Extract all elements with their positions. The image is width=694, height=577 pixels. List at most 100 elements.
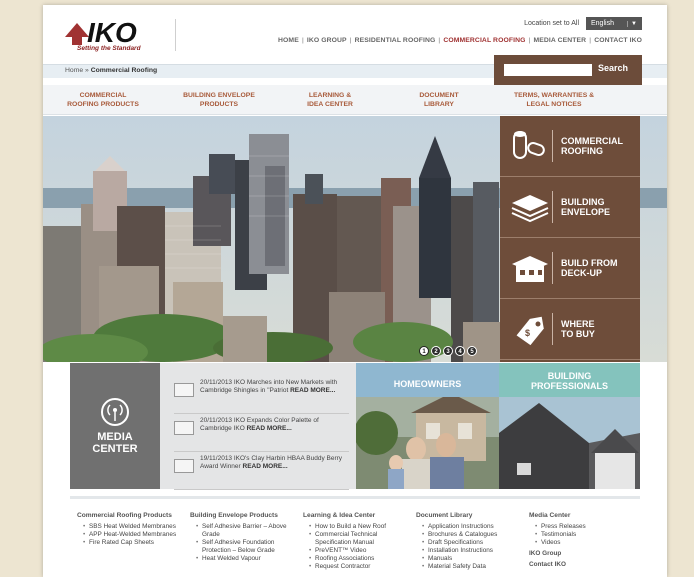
- svg-text:$: $: [525, 328, 530, 338]
- footer-link[interactable]: How to Build a New Roof: [309, 523, 407, 531]
- language-select[interactable]: English ▼: [586, 17, 642, 30]
- logo-tagline: Setting the Standard: [77, 45, 141, 52]
- footer-link[interactable]: Material Safety Data: [422, 563, 520, 571]
- media-center-panel[interactable]: MEDIA CENTER: [70, 363, 170, 489]
- top-nav-link[interactable]: RESIDENTIAL ROOFING: [355, 37, 436, 44]
- footer-link[interactable]: Commercial Technical Specification Manua…: [309, 531, 407, 547]
- nav-separator: |: [349, 37, 352, 44]
- search-input[interactable]: [504, 64, 592, 76]
- main-nav-item[interactable]: DOCUMENT LIBRARY: [385, 85, 493, 114]
- top-nav-link[interactable]: HOME: [278, 37, 299, 44]
- side-menu-divider: [552, 130, 553, 162]
- search-button[interactable]: Search: [598, 63, 628, 73]
- main-nav: COMMERCIAL ROOFING PRODUCTS BUILDING ENVEL…: [43, 85, 667, 115]
- logo-divider: [175, 19, 176, 51]
- pros-title-line2: PROFESSIONALS: [530, 381, 608, 391]
- main-nav-item[interactable]: BUILDING ENVELOPE PRODUCTS: [163, 85, 275, 114]
- side-menu-label: BUILDING ENVELOPE: [561, 197, 610, 217]
- footer-link[interactable]: Application Instructions: [422, 523, 520, 531]
- read-more-link[interactable]: READ MORE...: [243, 463, 288, 470]
- side-menu-item[interactable]: COMMERCIAL ROOFING: [500, 116, 640, 177]
- main-nav-item[interactable]: TERMS, WARRANTIES & LEGAL NOTICES: [493, 85, 615, 114]
- footer-link[interactable]: Request Contractor: [309, 563, 407, 571]
- slide-dot[interactable]: 2: [431, 346, 441, 356]
- footer-sublink[interactable]: Contact IKO: [529, 561, 633, 569]
- footer-link[interactable]: Installation Instructions: [422, 547, 520, 555]
- main-nav-item[interactable]: LEARNING & IDEA CENTER: [275, 85, 385, 114]
- breadcrumb-separator: »: [83, 67, 91, 74]
- language-value: English: [591, 20, 614, 27]
- slide-dot[interactable]: 3: [443, 346, 453, 356]
- news-text: 20/11/2013 IKO Marches into New Markets …: [200, 379, 348, 395]
- breadcrumb: Home » Commercial Roofing: [65, 67, 157, 74]
- page: IKO Setting the Standard Location set to…: [43, 5, 667, 577]
- pros-title: BUILDING PROFESSIONALS: [499, 371, 640, 391]
- building-professionals-panel[interactable]: BUILDING PROFESSIONALS: [499, 363, 640, 489]
- side-menu-label-line1: BUILD FROM: [561, 258, 618, 268]
- side-menu-item[interactable]: BUILDING ENVELOPE: [500, 177, 640, 238]
- footer-list: Press ReleasesTestimonialsVideos: [529, 523, 633, 547]
- main-nav-item[interactable]: COMMERCIAL ROOFING PRODUCTS: [43, 85, 163, 114]
- footer-link[interactable]: Self Adhesive Foundation Protection – Be…: [196, 539, 294, 555]
- main-nav-line1: DOCUMENT: [419, 92, 459, 99]
- footer-link[interactable]: APP Heat-Welded Membranes: [83, 531, 181, 539]
- slide-dot[interactable]: 4: [455, 346, 465, 356]
- news-text: 20/11/2013 IKO Expands Color Palette of …: [200, 417, 348, 433]
- footer-link[interactable]: Fire Rated Cap Sheets: [83, 539, 181, 547]
- footer-heading[interactable]: Media Center: [529, 512, 633, 520]
- side-menu-label-line1: WHERE: [561, 319, 595, 329]
- side-menu-label-line2: DECK-UP: [561, 268, 603, 278]
- top-nav-link[interactable]: MEDIA CENTER: [534, 37, 587, 44]
- homeowners-panel[interactable]: HOMEOWNERS: [356, 363, 499, 489]
- side-menu-item[interactable]: $ WHERE TO BUY: [500, 299, 640, 360]
- footer-subheading[interactable]: IKO Group: [529, 550, 633, 558]
- footer-link[interactable]: Self Adhesive Barrier – Above Grade: [196, 523, 294, 539]
- footer-links: Commercial Roofing Products SBS Heat Weld…: [70, 512, 640, 571]
- media-title-line1: MEDIA: [97, 431, 133, 443]
- main-nav-line1: LEARNING &: [308, 92, 352, 99]
- footer-heading[interactable]: Commercial Roofing Products: [77, 512, 181, 520]
- footer-link[interactable]: PreVENT™ Video: [309, 547, 407, 555]
- side-menu: COMMERCIAL ROOFING BUILDING ENVELOPE BUILD F…: [500, 116, 640, 362]
- panel-stack-icon: [510, 189, 550, 225]
- read-more-link[interactable]: READ MORE...: [247, 425, 292, 432]
- side-menu-label-line2: ENVELOPE: [561, 207, 611, 217]
- news-item[interactable]: 20/11/2013 IKO Marches into New Markets …: [174, 377, 349, 414]
- nav-separator: |: [301, 37, 304, 44]
- read-more-link[interactable]: READ MORE...: [290, 387, 335, 394]
- side-menu-item[interactable]: BUILD FROM DECK-UP: [500, 238, 640, 299]
- footer-link[interactable]: Brochures & Catalogues: [422, 531, 520, 539]
- main-nav-line2: IDEA CENTER: [307, 101, 353, 108]
- news-item[interactable]: 20/11/2013 IKO Expands Color Palette of …: [174, 415, 349, 452]
- footer-link[interactable]: Manuals: [422, 555, 520, 563]
- top-nav-link[interactable]: IKO GROUP: [307, 37, 347, 44]
- footer-link[interactable]: Videos: [535, 539, 633, 547]
- side-menu-label: BUILD FROM DECK-UP: [561, 258, 618, 278]
- slide-indicators: 12345: [419, 346, 477, 356]
- footer-heading[interactable]: Building Envelope Products: [190, 512, 294, 520]
- top-nav-link[interactable]: CONTACT IKO: [594, 37, 642, 44]
- slide-dot[interactable]: 5: [467, 346, 477, 356]
- homeowners-title: HOMEOWNERS: [393, 379, 462, 389]
- breadcrumb-current: Commercial Roofing: [90, 67, 158, 74]
- news-thumbnail: [174, 421, 194, 435]
- news-item[interactable]: 19/11/2013 IKO's Clay Harbin HBAA Buddy …: [174, 453, 349, 490]
- footer-link[interactable]: SBS Heat Welded Membranes: [83, 523, 181, 531]
- footer-link[interactable]: Press Releases: [535, 523, 633, 531]
- main-nav-line2: PRODUCTS: [199, 101, 239, 108]
- footer-link[interactable]: Testimonials: [535, 531, 633, 539]
- footer-heading[interactable]: Document Library: [416, 512, 520, 520]
- footer-link[interactable]: Roofing Associations: [309, 555, 407, 563]
- news-thumbnail: [174, 383, 194, 397]
- slide-dot[interactable]: 1: [419, 346, 429, 356]
- location-text: Location set to All: [524, 20, 579, 27]
- footer-link[interactable]: Heat Welded Vapour: [196, 555, 294, 563]
- footer-link[interactable]: Draft Specifications: [422, 539, 520, 547]
- top-nav-link[interactable]: COMMERCIAL ROOFING: [443, 37, 525, 44]
- nav-separator: |: [589, 37, 592, 44]
- side-menu-label: COMMERCIAL ROOFING: [561, 136, 623, 156]
- breadcrumb-home[interactable]: Home: [65, 67, 83, 74]
- nav-separator: |: [528, 37, 531, 44]
- footer-heading[interactable]: Learning & Idea Center: [303, 512, 407, 520]
- main-nav-line2: LEGAL NOTICES: [526, 101, 582, 108]
